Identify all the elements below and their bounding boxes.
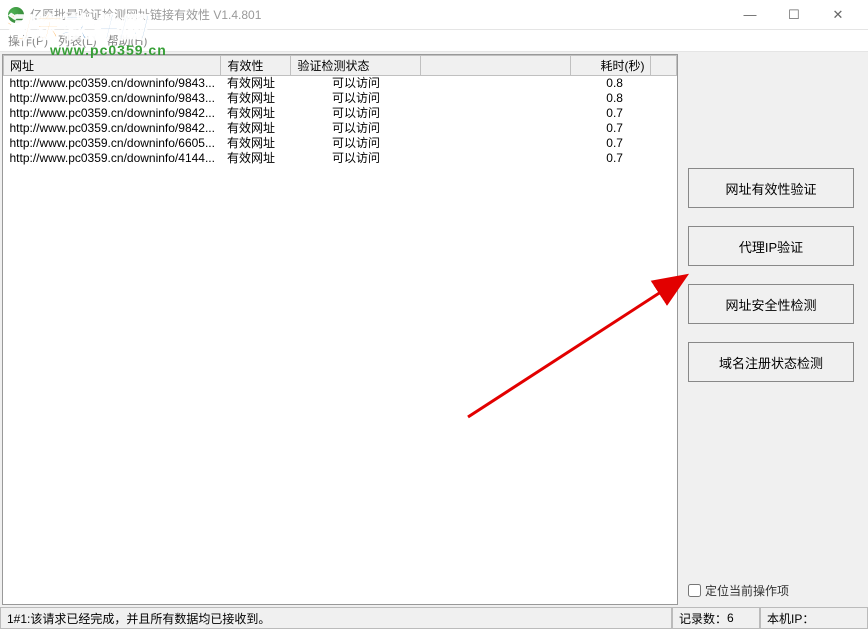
table-row[interactable]: http://www.pc0359.cn/downinfo/6605...有效网… (4, 136, 677, 151)
cell-status: 可以访问 (291, 91, 421, 106)
cell-url: http://www.pc0359.cn/downinfo/9842... (4, 106, 221, 121)
close-button[interactable]: ✕ (816, 1, 860, 29)
menu-file[interactable]: 操作(P) (8, 32, 48, 49)
table-row[interactable]: http://www.pc0359.cn/downinfo/9842...有效网… (4, 106, 677, 121)
cell-valid: 有效网址 (221, 106, 291, 121)
table-row[interactable]: http://www.pc0359.cn/downinfo/9843...有效网… (4, 91, 677, 106)
locate-current-checkbox[interactable] (688, 584, 701, 597)
validate-proxy-button[interactable]: 代理IP验证 (688, 226, 854, 266)
cell-valid: 有效网址 (221, 151, 291, 166)
app-icon (8, 7, 24, 23)
security-check-button[interactable]: 网址安全性检测 (688, 284, 854, 324)
minimize-button[interactable]: — (728, 1, 772, 29)
cell-time: 0.8 (571, 91, 651, 106)
col-time[interactable]: 耗时(秒) (571, 56, 651, 76)
menu-help[interactable]: 帮助(H) (107, 32, 148, 49)
cell-status: 可以访问 (291, 136, 421, 151)
col-url[interactable]: 网址 (4, 56, 221, 76)
menu-list[interactable]: 列表(L) (58, 32, 97, 49)
cell-url: http://www.pc0359.cn/downinfo/4144... (4, 151, 221, 166)
domain-check-button[interactable]: 域名注册状态检测 (688, 342, 854, 382)
table-row[interactable]: http://www.pc0359.cn/downinfo/9842...有效网… (4, 121, 677, 136)
col-status[interactable]: 验证检测状态 (291, 56, 421, 76)
cell-time: 0.7 (571, 121, 651, 136)
cell-time: 0.8 (571, 76, 651, 92)
cell-status: 可以访问 (291, 121, 421, 136)
col-spacer (421, 56, 571, 76)
cell-url: http://www.pc0359.cn/downinfo/9843... (4, 76, 221, 92)
statusbar: 1#1:该请求已经完成，并且所有数据均已接收到。 记录数：6 本机IP： (0, 607, 868, 629)
cell-valid: 有效网址 (221, 136, 291, 151)
cell-time: 0.7 (571, 136, 651, 151)
col-tail (651, 56, 677, 76)
col-valid[interactable]: 有效性 (221, 56, 291, 76)
cell-valid: 有效网址 (221, 91, 291, 106)
table-row[interactable]: http://www.pc0359.cn/downinfo/4144...有效网… (4, 151, 677, 166)
window-title: 亿愿批量验证检测网址链接有效性 V1.4.801 (30, 6, 728, 23)
cell-valid: 有效网址 (221, 121, 291, 136)
cell-status: 可以访问 (291, 106, 421, 121)
cell-url: http://www.pc0359.cn/downinfo/9842... (4, 121, 221, 136)
table-row[interactable]: http://www.pc0359.cn/downinfo/9843...有效网… (4, 76, 677, 92)
status-ip: 本机IP： (760, 608, 868, 629)
cell-time: 0.7 (571, 151, 651, 166)
cell-status: 可以访问 (291, 151, 421, 166)
status-message: 1#1:该请求已经完成，并且所有数据均已接收到。 (0, 608, 672, 629)
cell-url: http://www.pc0359.cn/downinfo/9843... (4, 91, 221, 106)
validate-url-button[interactable]: 网址有效性验证 (688, 168, 854, 208)
cell-valid: 有效网址 (221, 76, 291, 92)
results-table: 网址 有效性 验证检测状态 耗时(秒) http://www.pc0359.cn… (3, 55, 677, 166)
cell-url: http://www.pc0359.cn/downinfo/6605... (4, 136, 221, 151)
locate-current-label: 定位当前操作项 (705, 582, 789, 599)
menubar: 操作(P) 列表(L) 帮助(H) (0, 30, 868, 52)
maximize-button[interactable]: ☐ (772, 1, 816, 29)
status-records: 记录数：6 (672, 608, 760, 629)
results-table-wrap[interactable]: 网址 有效性 验证检测状态 耗时(秒) http://www.pc0359.cn… (2, 54, 678, 605)
cell-status: 可以访问 (291, 76, 421, 92)
titlebar: 亿愿批量验证检测网址链接有效性 V1.4.801 — ☐ ✕ (0, 0, 868, 30)
locate-current-checkbox-row[interactable]: 定位当前操作项 (688, 582, 854, 599)
side-panel: 网址有效性验证 代理IP验证 网址安全性检测 域名注册状态检测 定位当前操作项 (680, 52, 868, 607)
cell-time: 0.7 (571, 106, 651, 121)
